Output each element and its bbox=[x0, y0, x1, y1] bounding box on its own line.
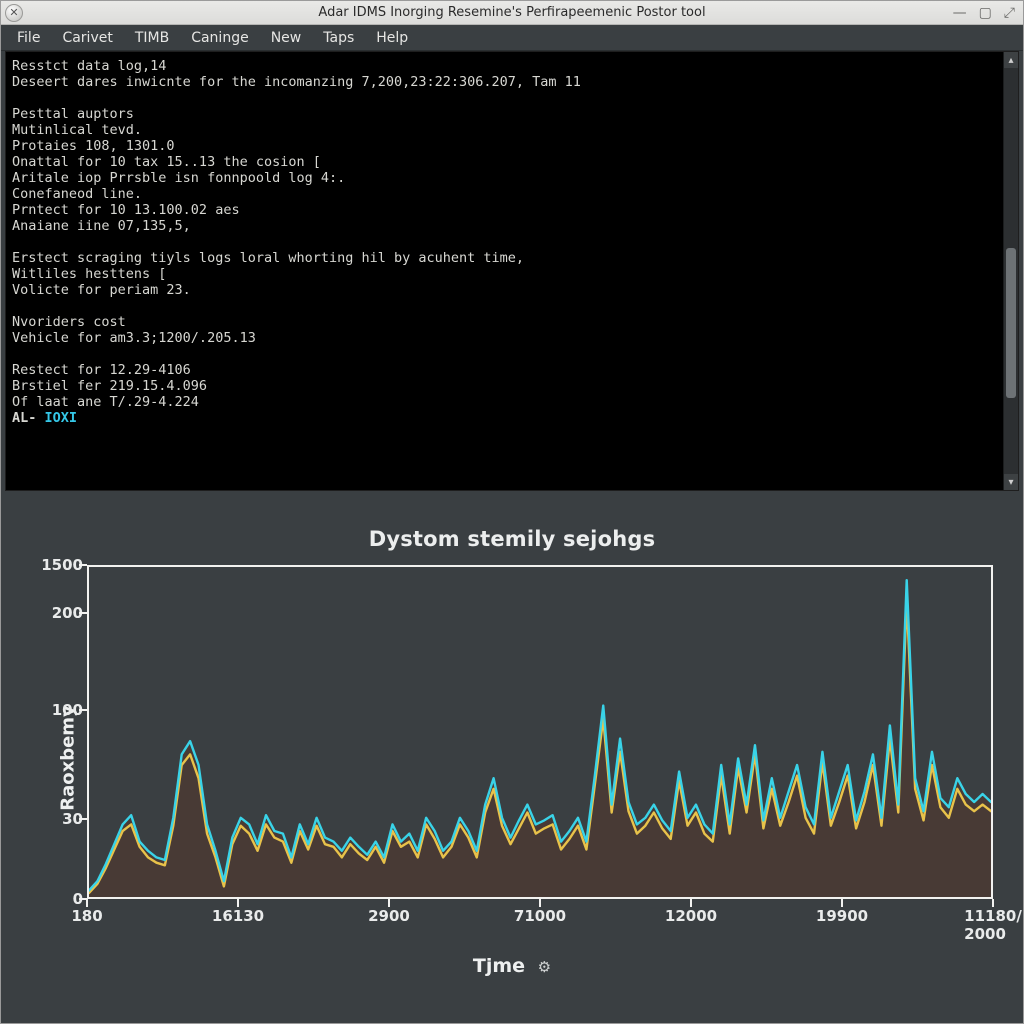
menu-taps[interactable]: Taps bbox=[313, 27, 364, 49]
menu-timb[interactable]: TIMB bbox=[125, 27, 179, 49]
y-tick-label: 100 bbox=[23, 701, 83, 719]
terminal-pane: Resstct data log,14 Deseert dares inwicn… bbox=[5, 51, 1019, 491]
content-area: Resstct data log,14 Deseert dares inwicn… bbox=[1, 51, 1023, 1023]
minimize-icon[interactable]: — bbox=[953, 5, 967, 21]
x-axis-label-text: Tjme bbox=[473, 955, 525, 977]
chart-svg bbox=[89, 567, 991, 897]
y-tick-label: 30 bbox=[23, 810, 83, 828]
scroll-track[interactable] bbox=[1004, 68, 1018, 474]
x-tick-label: 71000 bbox=[514, 907, 566, 925]
maximize-icon[interactable]: ▢ bbox=[979, 5, 992, 21]
scroll-thumb[interactable] bbox=[1006, 248, 1016, 398]
menu-new[interactable]: New bbox=[261, 27, 312, 49]
x-tick-label: 180 bbox=[71, 907, 102, 925]
close-icon[interactable]: ✕ bbox=[5, 4, 23, 22]
expand-icon[interactable]: ⤢ bbox=[1004, 5, 1015, 21]
x-tick-label: 19900 bbox=[816, 907, 868, 925]
window-controls: — ▢ ⤢ bbox=[953, 5, 1023, 21]
x-tick-label: 2900 bbox=[368, 907, 410, 925]
titlebar: ✕ Adar IDMS Inorging Resemine's Perfirap… bbox=[1, 1, 1023, 25]
gear-icon[interactable]: ⚙ bbox=[538, 958, 551, 976]
menu-caninge[interactable]: Caninge bbox=[181, 27, 259, 49]
x-tick-label: 12000 bbox=[665, 907, 717, 925]
x-tick-label: 11180/ 2000 bbox=[964, 907, 1022, 943]
x-tick-label: 16130 bbox=[212, 907, 264, 925]
x-axis-label: Tjme ⚙ bbox=[5, 955, 1019, 977]
y-tick-label: 1500 bbox=[23, 556, 83, 574]
chart-title: Dystom stemily sejohgs bbox=[5, 527, 1019, 551]
menu-carivet[interactable]: Carivet bbox=[52, 27, 122, 49]
menu-file[interactable]: File bbox=[7, 27, 50, 49]
y-axis-label: Raoxbemy bbox=[57, 705, 78, 811]
terminal-output[interactable]: Resstct data log,14 Deseert dares inwicn… bbox=[6, 52, 1002, 490]
menubar: File Carivet TIMB Caninge New Taps Help bbox=[1, 25, 1023, 51]
menu-help[interactable]: Help bbox=[366, 27, 418, 49]
terminal-scrollbar[interactable]: ▴ ▾ bbox=[1003, 52, 1018, 490]
plot-area[interactable] bbox=[87, 565, 993, 899]
app-window: ✕ Adar IDMS Inorging Resemine's Perfirap… bbox=[0, 0, 1024, 1024]
window-title: Adar IDMS Inorging Resemine's Perfirapee… bbox=[1, 5, 1023, 20]
scroll-up-icon[interactable]: ▴ bbox=[1004, 52, 1018, 68]
y-tick-label: 200 bbox=[23, 604, 83, 622]
scroll-down-icon[interactable]: ▾ bbox=[1004, 474, 1018, 490]
chart-pane: Dystom stemily sejohgs Raoxbemy Tjme ⚙ 0… bbox=[5, 497, 1019, 1019]
y-tick-label: 0 bbox=[23, 890, 83, 908]
